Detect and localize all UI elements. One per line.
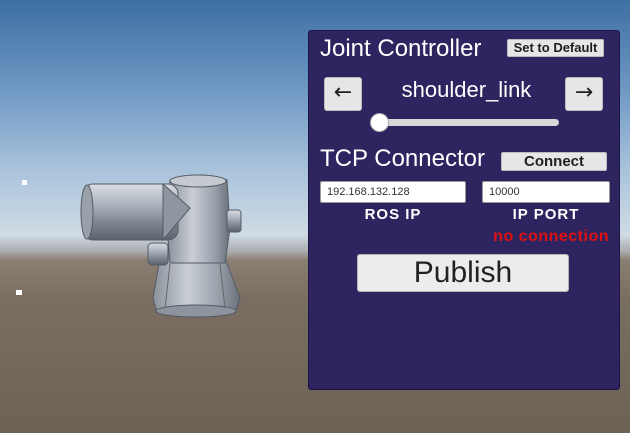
slider-handle[interactable] bbox=[370, 113, 389, 132]
joint-name-label: shoulder_link bbox=[401, 77, 532, 102]
arrow-right-icon: → bbox=[574, 80, 594, 105]
scene-speck bbox=[16, 290, 22, 295]
joint-angle-slider[interactable] bbox=[370, 113, 559, 132]
tcp-connector-title: TCP Connector bbox=[320, 145, 485, 172]
robot-arm-model bbox=[80, 174, 242, 318]
arrow-left-icon: ← bbox=[333, 80, 353, 105]
connection-status: no connection bbox=[493, 228, 609, 245]
publish-button[interactable]: Publish bbox=[357, 254, 569, 292]
set-to-default-button[interactable]: Set to Default bbox=[507, 39, 604, 57]
ip-port-label: IP PORT bbox=[512, 206, 580, 223]
joint-controller-title: Joint Controller bbox=[320, 35, 482, 62]
next-joint-button[interactable]: → bbox=[565, 77, 603, 111]
scene-speck bbox=[22, 180, 27, 185]
ros-ip-input[interactable] bbox=[320, 181, 466, 203]
ip-port-input[interactable] bbox=[482, 181, 610, 203]
ros-ip-label: ROS IP bbox=[364, 206, 422, 223]
connect-button[interactable]: Connect bbox=[501, 152, 607, 171]
prev-joint-button[interactable]: ← bbox=[324, 77, 362, 111]
control-panel: Joint Controller Set to Default ← should… bbox=[308, 30, 620, 390]
